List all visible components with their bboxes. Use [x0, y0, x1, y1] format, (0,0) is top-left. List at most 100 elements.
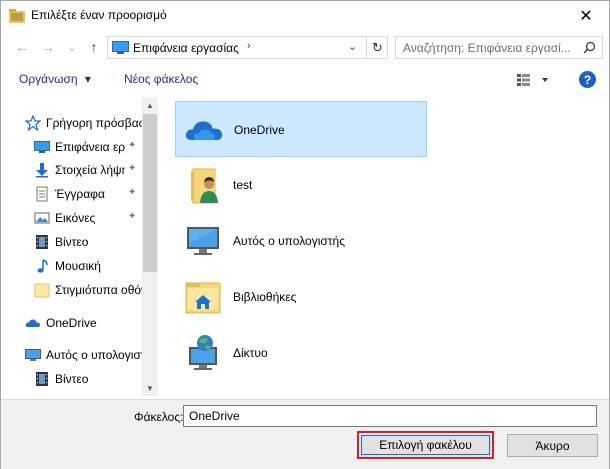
pin-icon: ✦ — [128, 140, 137, 151]
sidebar-item-music[interactable]: Μουσική — [1, 255, 142, 277]
folder-name-field[interactable] — [183, 405, 597, 427]
help-icon: ? — [583, 72, 592, 87]
search-icon — [583, 41, 596, 54]
network-icon — [189, 335, 217, 370]
user-folder-icon — [191, 168, 218, 204]
sidebar-item-label: Στοιχεία λήψης — [55, 163, 125, 177]
refresh-icon: ↻ — [372, 39, 383, 55]
address-bar[interactable]: Επιφάνεια εργασίας › ⌄ ↻ — [107, 36, 388, 59]
scroll-up-button[interactable]: ▲ — [142, 97, 158, 113]
scroll-thumb[interactable] — [143, 114, 157, 272]
folder-label: Φάκελος: — [134, 410, 184, 424]
window-title: Επιλέξτε έναν προορισμό — [31, 8, 167, 22]
computer-icon — [25, 349, 41, 361]
search-input[interactable]: Αναζήτηση: Επιφάνεια εργασί... — [403, 41, 571, 55]
close-icon: ✕ — [579, 8, 593, 25]
libraries-icon — [185, 282, 221, 314]
list-item-test[interactable]: test — [175, 157, 427, 213]
sidebar-item-pictures[interactable]: Εικόνες ✦ — [1, 207, 142, 229]
sidebar-item-quick-access[interactable]: Γρήγορη πρόσβαση — [1, 112, 142, 134]
help-button[interactable]: ? — [579, 71, 596, 88]
list-item-label: test — [233, 178, 253, 192]
chevron-down-icon[interactable]: ⌄ — [348, 40, 357, 53]
sidebar-item-label: Εικόνες — [55, 211, 96, 225]
onedrive-icon — [25, 319, 40, 327]
pin-icon: ✦ — [128, 163, 137, 174]
documents-icon — [36, 186, 48, 202]
title-bar: Επιλέξτε έναν προορισμό ✕ — [1, 1, 609, 31]
folder-picker-dialog: Επιλέξτε έναν προορισμό ✕ ← → ⌄ ↑ Επιφάν… — [0, 0, 610, 469]
new-folder-label: Νέος φάκελος — [124, 72, 199, 86]
computer-icon — [187, 227, 219, 255]
command-bar: Οργάνωση ▾ Νέος φάκελος ? — [1, 67, 609, 93]
list-item-label: OneDrive — [234, 123, 285, 137]
sidebar-item-documents[interactable]: Έγγραφα ✦ — [1, 183, 142, 205]
folder-icon — [9, 9, 25, 23]
dialog-footer: Φάκελος: Επιλογή φακέλου Άκυρο — [1, 399, 609, 469]
sidebar-item-label: Αυτός ο υπολογιστής — [46, 348, 142, 362]
organize-button[interactable]: Οργάνωση ▾ — [19, 72, 91, 86]
sidebar-item-onedrive[interactable]: OneDrive — [1, 312, 142, 334]
desktop-icon — [112, 41, 129, 54]
list-item-label: Βιβλιοθήκες — [233, 290, 297, 304]
cancel-button[interactable]: Άκυρο — [507, 434, 598, 457]
file-list: OneDrive test Αυτός ο υπολογιστής Βιβλιο… — [161, 97, 609, 396]
onedrive-icon — [185, 121, 223, 140]
sidebar-item-label: Μουσική — [55, 259, 101, 273]
pin-icon: ✦ — [128, 187, 137, 198]
sidebar-item-label: Γρήγορη πρόσβαση — [46, 116, 142, 130]
sidebar-item-label: Στιγμιότυπα οθόνης — [55, 283, 142, 297]
organize-label: Οργάνωση — [19, 72, 78, 86]
sidebar-item-downloads[interactable]: Στοιχεία λήψης ✦ — [1, 159, 142, 181]
arrow-up-icon: ↑ — [90, 39, 98, 55]
video-icon — [36, 372, 48, 386]
arrow-right-icon: → — [41, 39, 55, 55]
address-path[interactable]: Επιφάνεια εργασίας — [133, 41, 239, 55]
search-box[interactable]: Αναζήτηση: Επιφάνεια εργασί... — [395, 36, 603, 59]
navigation-pane-scrollbar[interactable]: ▲ ▼ — [142, 97, 158, 396]
scroll-down-button[interactable]: ▼ — [142, 380, 158, 396]
arrow-left-icon: ← — [15, 39, 29, 55]
navigation-pane: Γρήγορη πρόσβαση Επιφάνεια εργασίας ✦ Στ… — [1, 97, 158, 396]
list-item-network[interactable]: Δίκτυο — [175, 325, 427, 381]
pin-icon: ✦ — [128, 211, 137, 222]
navigation-bar: ← → ⌄ ↑ Επιφάνεια εργασίας › ⌄ ↻ Αναζήτη… — [1, 33, 609, 61]
sidebar-item-label: OneDrive — [46, 316, 97, 330]
desktop-icon — [34, 141, 50, 153]
download-icon — [36, 163, 48, 178]
close-button[interactable]: ✕ — [563, 1, 609, 31]
pictures-icon — [34, 212, 50, 224]
view-options-icon — [517, 74, 548, 86]
sidebar-item-desktop[interactable]: Επιφάνεια εργασίας ✦ — [1, 136, 142, 158]
cancel-label: Άκυρο — [535, 438, 570, 453]
sidebar-item-label: Βίντεο — [55, 372, 89, 386]
folder-icon — [34, 283, 50, 298]
recent-locations-button[interactable]: ⌄ — [63, 38, 81, 56]
sidebar-item-label: Επιφάνεια εργασίας — [55, 140, 125, 154]
sidebar-item-videos[interactable]: Βίντεο — [1, 231, 142, 253]
list-item-this-pc[interactable]: Αυτός ο υπολογιστής — [175, 213, 427, 269]
change-view-button[interactable] — [515, 71, 555, 89]
music-icon — [37, 259, 48, 273]
forward-button[interactable]: → — [39, 38, 57, 56]
back-button[interactable]: ← — [13, 38, 31, 56]
sidebar-item-label: Έγγραφα — [55, 187, 105, 201]
list-item-libraries[interactable]: Βιβλιοθήκες — [175, 269, 427, 325]
list-item-onedrive[interactable]: OneDrive — [175, 101, 427, 157]
list-item-label: Αυτός ο υπολογιστής — [233, 234, 345, 248]
video-icon — [36, 235, 48, 249]
select-folder-label: Επιλογή φακέλου — [379, 438, 472, 452]
up-button[interactable]: ↑ — [85, 38, 103, 56]
refresh-button[interactable]: ↻ — [366, 37, 388, 58]
breadcrumb-chevron-icon[interactable]: › — [247, 40, 251, 52]
list-item-label: Δίκτυο — [233, 346, 268, 360]
select-folder-button[interactable]: Επιλογή φακέλου — [357, 431, 494, 459]
new-folder-button[interactable]: Νέος φάκελος — [124, 72, 198, 86]
caret-down-icon: ▾ — [84, 72, 91, 86]
sidebar-item-label: Βίντεο — [55, 235, 89, 249]
chevron-down-icon: ⌄ — [67, 41, 77, 54]
star-icon — [25, 115, 41, 131]
sidebar-item-this-pc-videos[interactable]: Βίντεο — [1, 368, 142, 390]
sidebar-item-screenshots[interactable]: Στιγμιότυπα οθόνης — [1, 279, 142, 301]
sidebar-item-this-pc[interactable]: Αυτός ο υπολογιστής — [1, 344, 142, 366]
